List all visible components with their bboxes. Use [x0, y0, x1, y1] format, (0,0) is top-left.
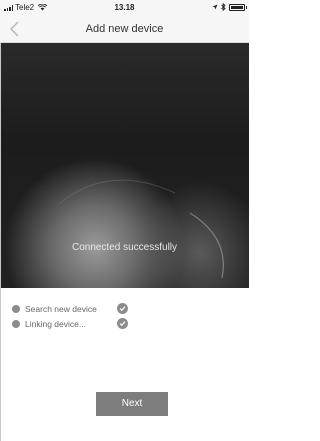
- nav-bar: Add new device: [0, 16, 249, 43]
- bluetooth-icon: [221, 3, 226, 11]
- status-right: [212, 3, 247, 11]
- step-search: Search new device: [12, 301, 128, 316]
- connection-status: Connected successfully: [71, 242, 178, 253]
- status-bar: Tele2 13.18: [0, 0, 249, 16]
- step-linking: Linking device...: [12, 316, 128, 331]
- device-image: Connected successfully: [0, 43, 249, 288]
- check-icon: [117, 318, 128, 329]
- step-dot: [12, 319, 20, 328]
- step-list: Search new device Linking device...: [12, 301, 128, 331]
- page-title: Add new device: [85, 23, 164, 35]
- location-icon: [212, 4, 218, 10]
- step-label: Linking device...: [25, 318, 86, 329]
- step-dot: [12, 304, 20, 313]
- next-button[interactable]: Next: [96, 392, 168, 416]
- check-icon: [117, 303, 128, 314]
- battery-icon: [229, 3, 247, 11]
- step-label: Search new device: [25, 303, 97, 314]
- left-divider: [0, 43, 1, 441]
